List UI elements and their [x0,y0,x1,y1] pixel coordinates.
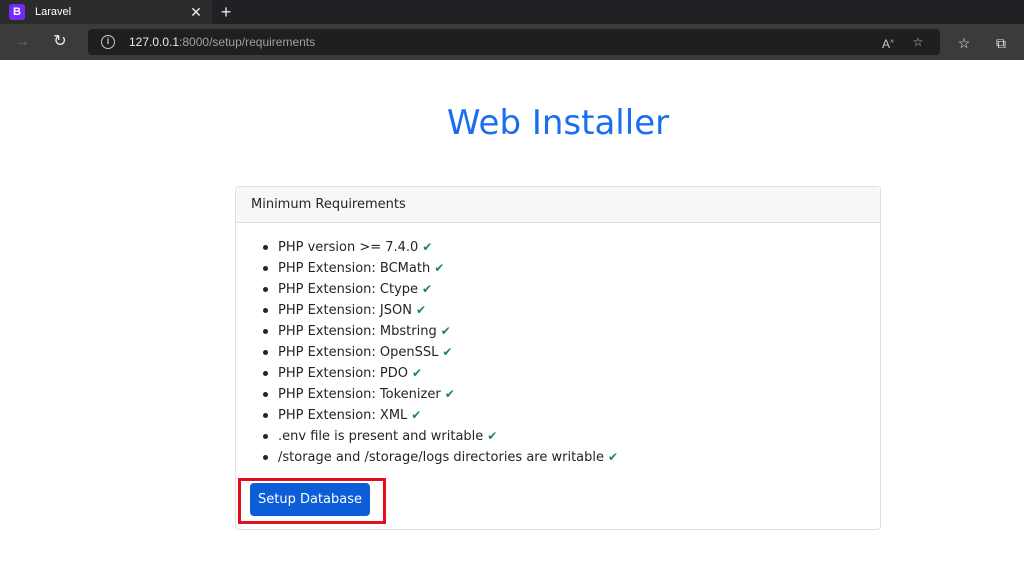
requirement-label: PHP Extension: Ctype [278,282,419,297]
requirement-label: PHP Extension: OpenSSL [278,345,439,360]
check-icon: ✔ [412,366,423,380]
check-icon: ✔ [422,240,433,254]
check-icon: ✔ [440,324,451,338]
check-icon: ✔ [434,261,445,275]
check-icon: ✔ [608,450,619,464]
requirements-list: PHP version >= 7.4.0 ✔ PHP Extension: BCMa… [260,237,618,468]
requirement-label: .env file is present and writable [278,429,484,444]
check-icon: ✔ [487,429,498,443]
read-aloud-icon[interactable]: A» [880,34,896,51]
setup-database-button[interactable]: Setup Database [250,483,370,516]
requirement-label: PHP Extension: BCMath [278,261,431,276]
requirement-item: PHP version >= 7.4.0 ✔ [260,237,618,258]
requirement-item: .env file is present and writable ✔ [260,426,618,447]
bootstrap-favicon-icon: B [9,4,25,20]
card-header: Minimum Requirements [236,187,880,223]
tab-title: Laravel [35,6,72,18]
info-icon[interactable]: i [101,35,115,49]
check-icon: ✔ [422,282,433,296]
requirement-label: PHP Extension: XML [278,408,408,423]
url-text[interactable]: 127.0.0.1:8000/setup/requirements [129,35,315,49]
check-icon: ✔ [442,345,453,359]
url-host: 127.0.0.1 [129,35,180,49]
add-favorite-icon[interactable]: ☆ [910,34,926,50]
tab-strip: B Laravel ✕ + [0,0,1024,24]
page-title: Web Installer [446,103,670,143]
url-path: :8000/setup/requirements [179,35,316,49]
requirement-label: /storage and /storage/logs directories a… [278,450,605,465]
requirement-item: PHP Extension: Mbstring ✔ [260,321,618,342]
requirement-item: PHP Extension: Tokenizer ✔ [260,384,618,405]
requirement-item: /storage and /storage/logs directories a… [260,447,618,468]
requirement-item: PHP Extension: JSON ✔ [260,300,618,321]
check-icon: ✔ [411,408,422,422]
forward-arrow-icon[interactable]: → [12,32,32,52]
requirement-item: PHP Extension: Ctype ✔ [260,279,618,300]
check-icon: ✔ [415,303,427,317]
requirement-label: PHP Extension: Tokenizer [278,387,441,402]
browser-toolbar: → ↻ i 127.0.0.1:8000/setup/requirements … [0,24,1024,60]
requirement-item: PHP Extension: PDO ✔ [260,363,618,384]
requirement-label: PHP Extension: Mbstring [278,324,437,339]
requirement-label: PHP Extension: PDO [278,366,408,381]
close-tab-icon[interactable]: ✕ [188,4,204,20]
address-bar[interactable]: i 127.0.0.1:8000/setup/requirements A» ☆ [88,29,940,55]
requirement-label: PHP Extension: JSON [278,303,412,318]
new-tab-icon[interactable]: + [216,2,236,22]
collections-icon[interactable]: ⧉ [992,34,1010,52]
requirement-item: PHP Extension: XML ✔ [260,405,618,426]
requirement-item: PHP Extension: OpenSSL ✔ [260,342,618,363]
tab-laravel[interactable]: B Laravel ✕ [0,0,212,24]
requirement-item: PHP Extension: BCMath ✔ [260,258,618,279]
reload-icon[interactable]: ↻ [50,32,70,52]
favorites-icon[interactable]: ☆ [955,34,973,52]
requirement-label: PHP version >= 7.4.0 [278,240,419,255]
check-icon: ✔ [444,387,455,401]
